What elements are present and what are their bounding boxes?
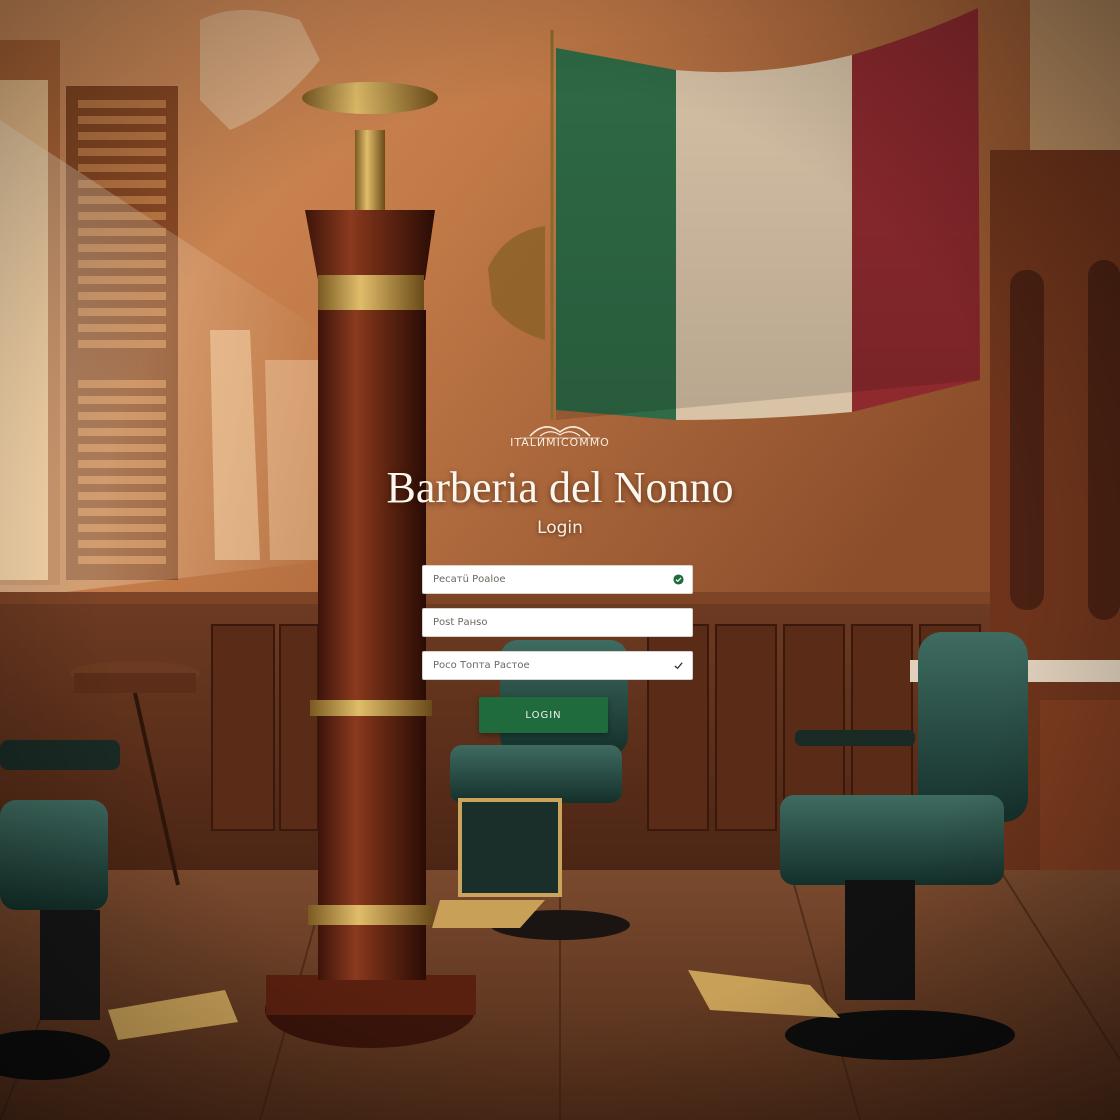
checkmark-icon [674,662,683,670]
brand-caption: ITALИMICOMMO [510,436,610,449]
first-input-field[interactable] [422,565,693,594]
third-input[interactable] [423,652,673,679]
app-title: Barberia del Nonno [386,463,734,512]
second-input[interactable] [423,609,673,636]
second-input-field[interactable] [422,608,693,637]
third-input-field[interactable] [422,651,693,680]
login-panel: ITALИMICOMMO Barberia del Nonno Login LO… [0,0,1120,1120]
page-subtitle: Login [537,518,583,538]
status-check-icon [673,574,684,585]
first-input[interactable] [423,566,673,593]
login-button[interactable]: LOGIN [479,697,608,733]
